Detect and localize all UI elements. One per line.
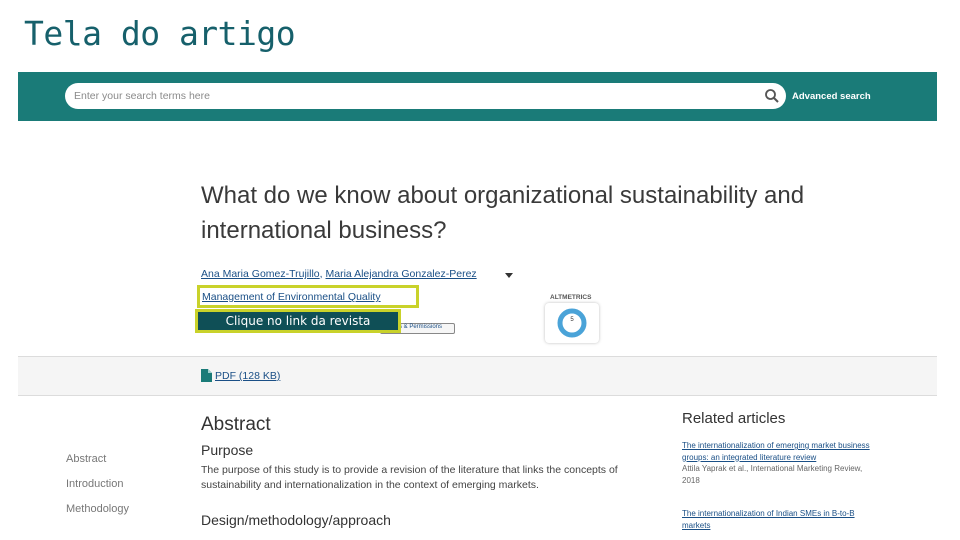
related-article-link[interactable]: The internationalization of Indian SMEs … bbox=[682, 508, 877, 531]
related-article-item: The internationalization of Indian SMEs … bbox=[682, 508, 877, 531]
pdf-download-link[interactable]: PDF (128 KB) bbox=[215, 370, 280, 382]
callout-text: Clique no link da revista bbox=[225, 314, 371, 328]
author-link[interactable]: Maria Alejandra Gonzalez-Perez bbox=[326, 268, 477, 280]
header-bar: Enter your search terms here Advanced se… bbox=[18, 72, 937, 121]
altmetrics-badge[interactable]: 5 bbox=[545, 303, 599, 343]
journal-link[interactable]: Management of Environmental Quality bbox=[202, 291, 381, 303]
related-articles-heading: Related articles bbox=[682, 410, 786, 427]
chevron-down-icon[interactable] bbox=[505, 273, 513, 278]
altmetrics-donut-icon bbox=[557, 308, 587, 338]
journal-highlight: Management of Environmental Quality bbox=[197, 285, 419, 308]
pdf-band: PDF (128 KB) bbox=[18, 356, 937, 396]
pdf-file-icon bbox=[201, 369, 212, 382]
author-link[interactable]: Ana Maria Gomez-Trujillo bbox=[201, 268, 320, 280]
purpose-heading: Purpose bbox=[201, 442, 254, 458]
altmetrics-score: 5 bbox=[570, 317, 574, 323]
article-screenshot: Enter your search terms here Advanced se… bbox=[18, 72, 937, 540]
slide-title: Tela do artigo bbox=[24, 14, 296, 53]
toc-item-abstract[interactable]: Abstract bbox=[66, 453, 106, 465]
search-placeholder: Enter your search terms here bbox=[74, 90, 210, 102]
altmetrics-label: ALTMETRICS bbox=[550, 294, 592, 301]
purpose-text: The purpose of this study is to provide … bbox=[201, 464, 618, 491]
author-list: Ana Maria Gomez-Trujillo, Maria Alejandr… bbox=[201, 268, 477, 280]
toc-item-methodology[interactable]: Methodology bbox=[66, 503, 129, 515]
toc-item-introduction[interactable]: Introduction bbox=[66, 478, 123, 490]
search-input[interactable]: Enter your search terms here bbox=[65, 83, 786, 109]
abstract-heading: Abstract bbox=[201, 414, 271, 435]
callout-box: Clique no link da revista bbox=[195, 309, 401, 333]
design-heading: Design/methodology/approach bbox=[201, 512, 391, 528]
advanced-search-link[interactable]: Advanced search bbox=[792, 91, 871, 102]
related-article-item: The internationalization of emerging mar… bbox=[682, 440, 877, 486]
related-article-meta: Attila Yaprak et al., International Mark… bbox=[682, 464, 863, 485]
article-title: What do we know about organizational sus… bbox=[201, 182, 805, 244]
search-icon[interactable] bbox=[764, 88, 780, 104]
related-article-link[interactable]: The internationalization of emerging mar… bbox=[682, 440, 877, 463]
